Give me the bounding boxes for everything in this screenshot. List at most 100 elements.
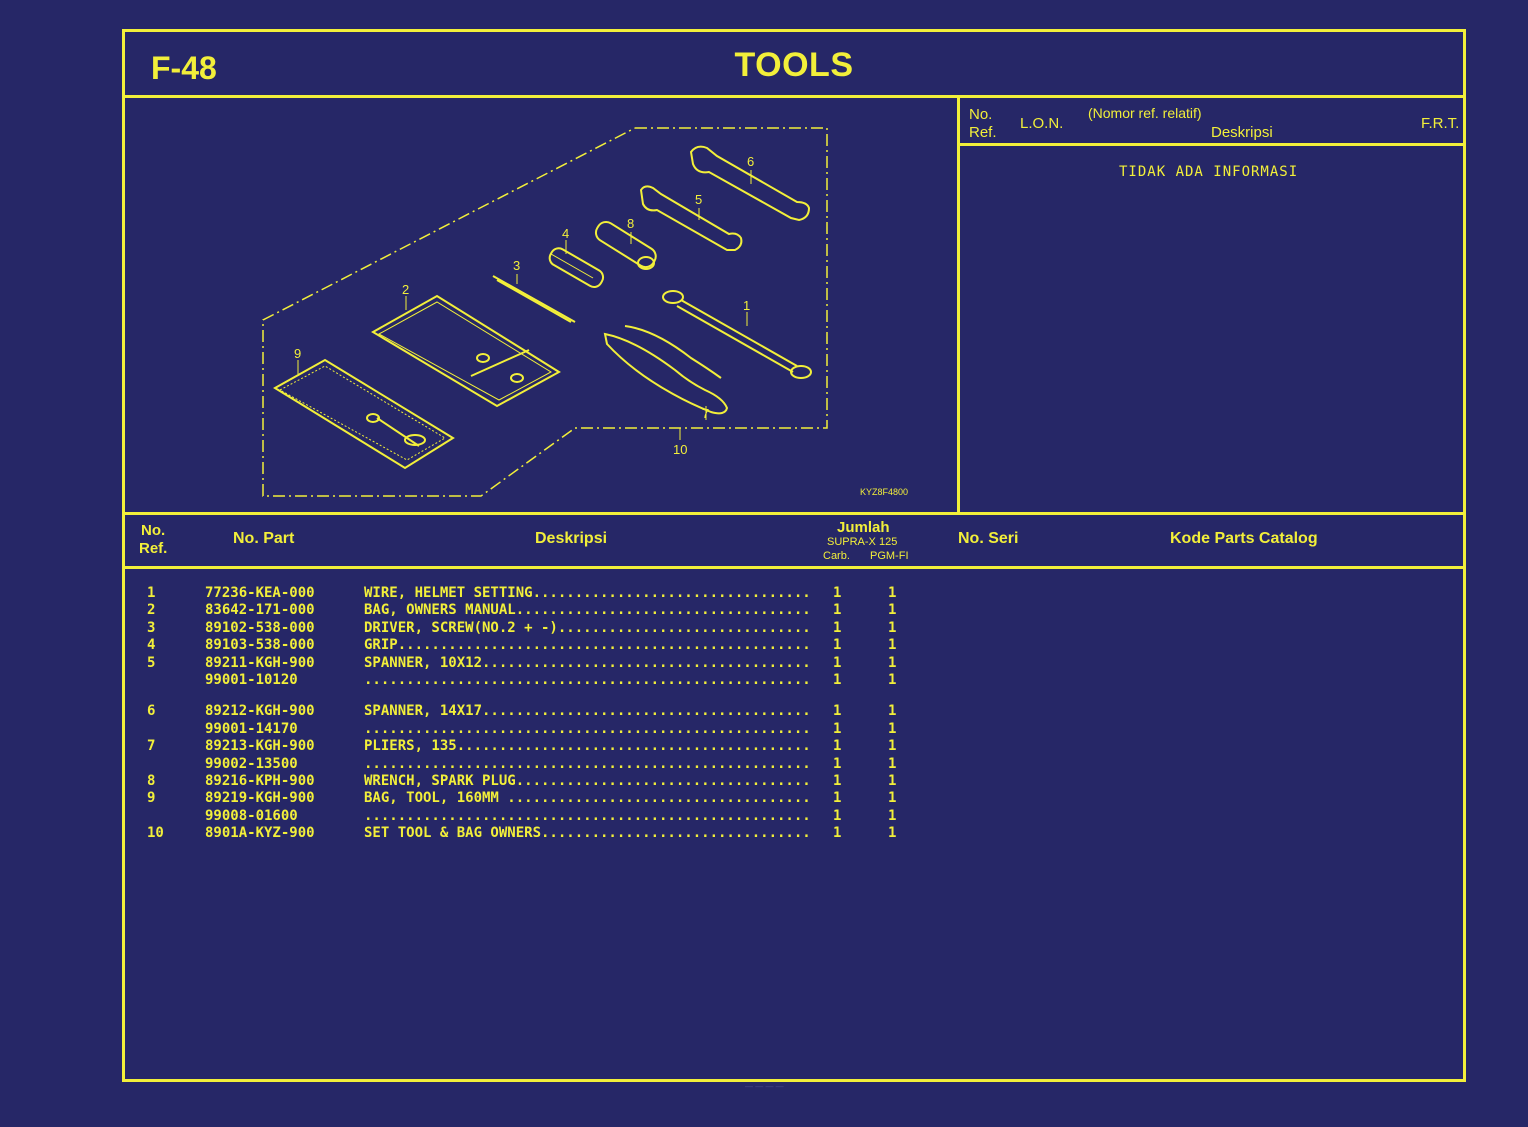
info-nomor-ref-label: (Nomor ref. relatif): [1088, 105, 1202, 121]
table-row: 2 83642-171-000 BAG, OWNERS MANUAL........…: [125, 602, 925, 619]
part-number: 89216-KPH-900: [205, 772, 315, 789]
divider: [125, 512, 1463, 515]
parts-diagram: 1 2 3 4 5 6 7 8 9 10: [125, 100, 955, 519]
callout-7: 7: [702, 406, 709, 421]
info-deskripsi-label: Deskripsi: [1211, 124, 1273, 141]
qty-carb: 1: [833, 755, 842, 772]
col-model: SUPRA-X 125: [827, 536, 898, 548]
table-row: 10 8901A-KYZ-900 SET TOOL & BAG OWNERS....…: [125, 825, 925, 842]
no-information-text: TIDAK ADA INFORMASI: [1119, 164, 1299, 180]
qty-pgm-fi: 1: [888, 671, 897, 688]
qty-pgm-fi: 1: [888, 755, 897, 772]
tool-bag-drawing: [273, 358, 455, 470]
col-no-label: No.: [141, 522, 166, 539]
col-carb: Carb.: [823, 550, 850, 562]
ref-no: 7: [147, 738, 156, 755]
part-description: ........................................…: [364, 671, 810, 688]
qty-pgm-fi: 1: [888, 654, 897, 671]
callout-2: 2: [402, 282, 409, 297]
col-ref-label: Ref.: [139, 540, 168, 557]
part-number: 89219-KGH-900: [205, 790, 315, 807]
part-number: 99001-14170: [205, 720, 298, 737]
part-description: ........................................…: [364, 720, 810, 737]
col-no-part: No. Part: [233, 530, 295, 547]
diagram-code: KYZ8F4800: [860, 487, 909, 497]
page-title: TOOLS: [734, 46, 854, 84]
qty-carb: 1: [833, 825, 842, 842]
catalog-page-frame: F-48 TOOLS 1 2 3 4 5 6 7 8 9 10 KYZ8F480…: [122, 29, 1466, 1082]
info-frt-label: F.R.T.: [1421, 115, 1460, 132]
callout-9: 9: [294, 346, 301, 361]
table-row: 1 77236-KEA-000 WIRE, HELMET SETTING......…: [125, 585, 925, 602]
part-number: 89211-KGH-900: [205, 654, 315, 671]
info-no-label: No.: [969, 106, 993, 123]
qty-pgm-fi: 1: [888, 790, 897, 807]
grip-drawing: [548, 247, 605, 288]
parts-list: 1 77236-KEA-000 WIRE, HELMET SETTING......…: [125, 585, 925, 842]
qty-pgm-fi: 1: [888, 585, 897, 601]
part-description: SET TOOL & BAG OWNERS...................…: [364, 825, 810, 842]
qty-pgm-fi: 1: [888, 772, 897, 789]
qty-carb: 1: [833, 772, 842, 789]
table-row: 8 89216-KPH-900 WRENCH, SPARK PLUG........…: [125, 773, 925, 790]
qty-pgm-fi: 1: [888, 703, 897, 720]
ref-no: 6: [147, 703, 156, 720]
part-description: GRIP....................................…: [364, 637, 810, 654]
part-number: 99002-13500: [205, 755, 298, 772]
part-description: SPANNER, 10X12..........................…: [364, 654, 810, 671]
qty-carb: 1: [833, 703, 842, 720]
qty-carb: 1: [833, 720, 842, 737]
callout-1: 1: [743, 298, 750, 313]
part-description: WRENCH, SPARK PLUG......................…: [364, 772, 810, 789]
part-number: 99001-10120: [205, 671, 298, 688]
qty-carb: 1: [833, 585, 842, 601]
qty-carb: 1: [833, 738, 842, 755]
part-number: 77236-KEA-000: [205, 585, 315, 601]
part-number: 83642-171-000: [205, 602, 315, 619]
part-description: DRIVER, SCREW(NO.2 + -).................…: [364, 619, 810, 636]
callout-6: 6: [747, 154, 754, 169]
table-row: 5 89211-KGH-900 SPANNER, 10X12............…: [125, 655, 925, 672]
screw-driver-drawing: [492, 275, 576, 323]
part-number: 89213-KGH-900: [205, 738, 315, 755]
col-jumlah: Jumlah: [837, 519, 890, 536]
info-header-divider: [960, 143, 1463, 146]
ref-no: 3: [147, 619, 156, 636]
ref-no: 4: [147, 637, 156, 654]
qty-pgm-fi: 1: [888, 825, 897, 842]
divider: [125, 95, 1463, 98]
part-description: WIRE, HELMET SETTING....................…: [364, 585, 810, 601]
part-number: 89102-538-000: [205, 619, 315, 636]
ref-no: 2: [147, 602, 156, 619]
table-row: 7 89213-KGH-900 PLIERS, 135...............…: [125, 738, 925, 755]
table-row: 3 89102-538-000 DRIVER, SCREW(NO.2 + -)...…: [125, 620, 925, 637]
callout-10: 10: [673, 442, 687, 457]
qty-pgm-fi: 1: [888, 637, 897, 654]
part-description: BAG, OWNERS MANUAL......................…: [364, 602, 810, 619]
qty-carb: 1: [833, 619, 842, 636]
qty-carb: 1: [833, 671, 842, 688]
qty-pgm-fi: 1: [888, 602, 897, 619]
qty-pgm-fi: 1: [888, 619, 897, 636]
part-description: SPANNER, 14X17..........................…: [364, 703, 810, 720]
qty-carb: 1: [833, 790, 842, 807]
table-row: 6 89212-KGH-900 SPANNER, 14X17............…: [125, 703, 925, 720]
qty-pgm-fi: 1: [888, 738, 897, 755]
ref-no: 1: [147, 585, 156, 601]
part-number: 99008-01600: [205, 807, 298, 824]
page-footer-mark: — — — —: [745, 1082, 784, 1091]
info-lon-label: L.O.N.: [1020, 115, 1064, 132]
table-row: 4 89103-538-000 GRIP......................…: [125, 637, 925, 654]
owners-manual-bag-drawing: [371, 294, 561, 408]
part-description: BAG, TOOL, 160MM .......................…: [364, 790, 810, 807]
qty-carb: 1: [833, 654, 842, 671]
spanner-10x12-drawing: [639, 185, 743, 251]
ref-no: 5: [147, 654, 156, 671]
spark-plug-wrench-drawing: [594, 220, 657, 270]
ref-no: 9: [147, 790, 156, 807]
callout-3: 3: [513, 258, 520, 273]
part-number: 89212-KGH-900: [205, 703, 315, 720]
table-row: 99008-01600.............................…: [125, 808, 925, 825]
qty-pgm-fi: 1: [888, 720, 897, 737]
callout-4: 4: [562, 226, 569, 241]
